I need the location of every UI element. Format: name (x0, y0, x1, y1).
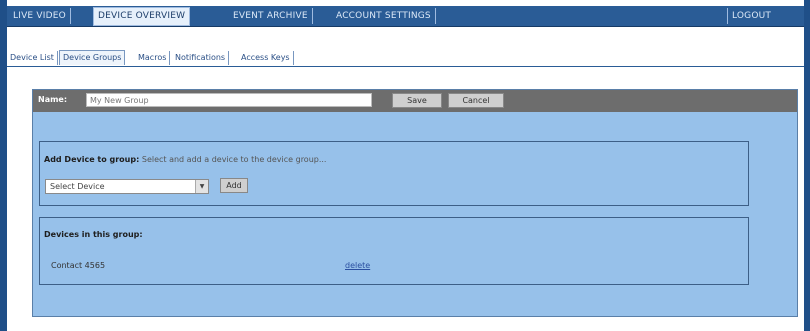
tab-notifications[interactable]: Notifications (172, 51, 230, 65)
device-delete-link[interactable]: delete (345, 261, 370, 270)
add-device-heading: Add Device to group: Select and add a de… (44, 155, 326, 164)
device-row-name: Contact 4565 (51, 261, 106, 270)
group-name-label: Name: (38, 95, 68, 104)
devices-in-group-title: Devices in this group: (44, 230, 143, 239)
device-select-value: Select Device (50, 182, 105, 191)
tab-macros[interactable]: Macros (135, 51, 171, 65)
add-device-button[interactable]: Add (220, 178, 248, 193)
tab-device-groups[interactable]: Device Groups (59, 50, 126, 65)
top-nav-account-settings[interactable]: ACCOUNT SETTINGS (332, 8, 436, 24)
app-frame: LIVE VIDEO DEVICE OVERVIEW EVENT ARCHIVE… (0, 0, 810, 331)
add-device-hint: Select and add a device to the device gr… (141, 155, 327, 164)
sub-nav: Device List Device Groups Macros Notific… (7, 48, 804, 67)
save-button[interactable]: Save (392, 93, 442, 108)
chevron-down-icon[interactable]: ▼ (195, 180, 208, 193)
logout-button[interactable]: LOGOUT (727, 8, 775, 24)
device-select[interactable]: Select Device ▼ (45, 179, 209, 194)
devices-in-group-section: Devices in this group: Contact 4565 dele… (39, 217, 749, 285)
group-name-bar: Name: My New Group Save Cancel (33, 90, 797, 112)
group-name-input[interactable]: My New Group (86, 93, 372, 107)
add-device-section: Add Device to group: Select and add a de… (39, 141, 749, 206)
top-nav: LIVE VIDEO DEVICE OVERVIEW EVENT ARCHIVE… (7, 6, 804, 27)
group-editor-panel: Name: My New Group Save Cancel Add Devic… (32, 89, 798, 317)
left-border (0, 0, 7, 331)
top-nav-live-video[interactable]: LIVE VIDEO (9, 8, 71, 24)
top-nav-device-overview[interactable]: DEVICE OVERVIEW (93, 7, 191, 26)
cancel-button[interactable]: Cancel (448, 93, 504, 108)
top-nav-event-archive[interactable]: EVENT ARCHIVE (229, 8, 313, 24)
tab-device-list[interactable]: Device List (7, 51, 58, 65)
add-device-title: Add Device to group: (44, 155, 140, 164)
right-border (804, 0, 810, 331)
tab-access-keys[interactable]: Access Keys (238, 51, 294, 65)
